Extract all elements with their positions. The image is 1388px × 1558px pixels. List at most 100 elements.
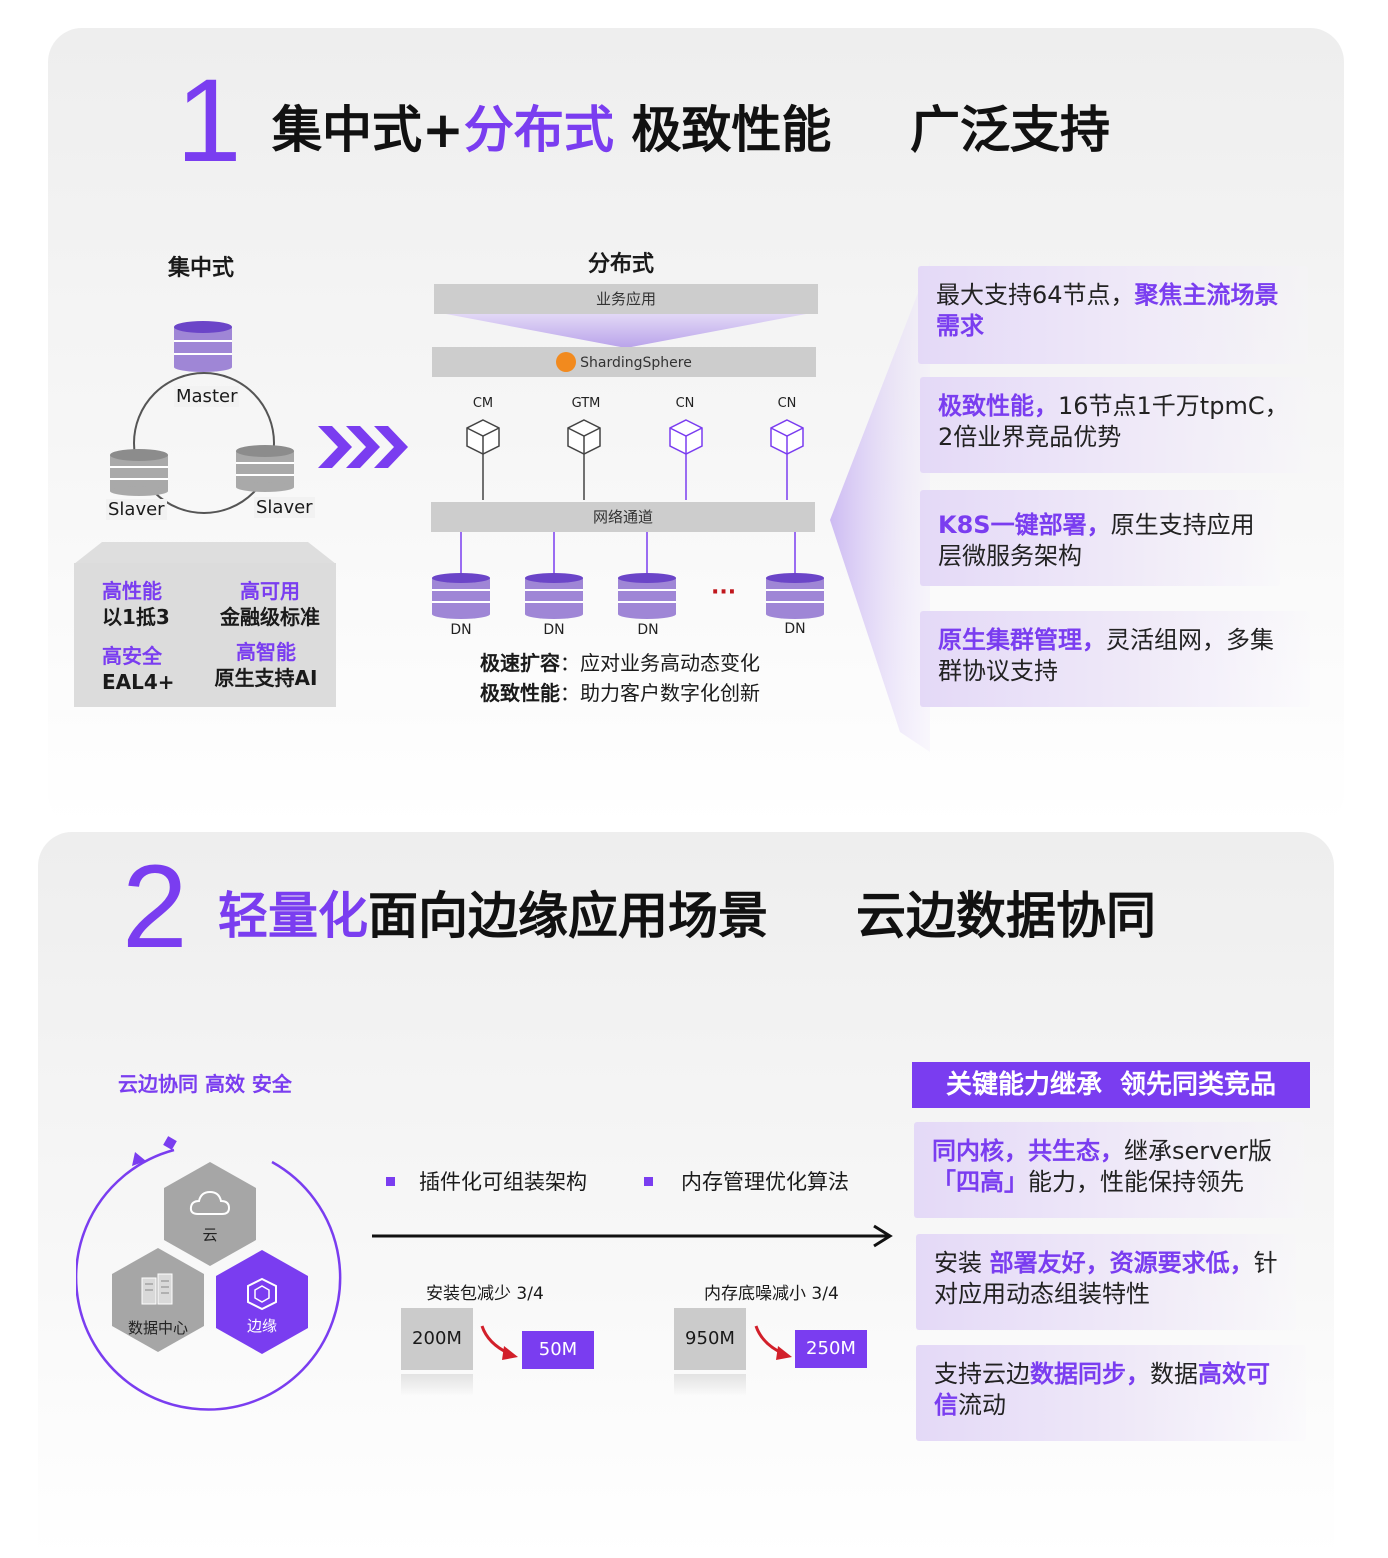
shardingsphere-logo-icon xyxy=(556,351,577,372)
hex-edge-label: 边缘 xyxy=(246,1317,277,1335)
section2-number: 2 xyxy=(122,841,188,973)
note-value: 应对业务高动态变化 xyxy=(580,651,760,675)
dn-label: DN xyxy=(637,622,659,638)
edge-cube-icon xyxy=(247,1277,277,1311)
feature-title: 高可用 xyxy=(240,579,300,603)
memory-caption: 内存底噪减小 3/4 xyxy=(704,1284,839,1304)
hex-datacenter-label: 数据中心 xyxy=(127,1319,188,1337)
bullet-memory: 内存管理优化算法 xyxy=(644,1166,849,1196)
card-text: 支持云边 xyxy=(934,1360,1030,1388)
centralized-diagram xyxy=(110,321,294,514)
section2-title: 轻量化面向边缘应用场景 xyxy=(218,886,768,946)
section2-card-3: 支持云边数据同步，数据高效可信流动 xyxy=(916,1345,1306,1441)
card-highlight: K8S一键部署， xyxy=(938,511,1111,539)
card-highlight: 「四高」 xyxy=(932,1168,1028,1196)
install-before: 200M xyxy=(401,1308,473,1370)
feature-value: 以1抵3 xyxy=(102,605,170,629)
section2-title-part2: 面向边缘应用场景 xyxy=(368,887,768,945)
slave-right-label: Slaver xyxy=(254,497,315,518)
card-text: 继承server版 xyxy=(1124,1137,1272,1165)
section2-card-2: 安装 部署友好，资源要求低，针对应用动态组装特性 xyxy=(916,1234,1296,1330)
server-rack-icon xyxy=(141,1273,173,1305)
dn-label: DN xyxy=(450,622,472,638)
chevron-right-icon xyxy=(318,426,408,468)
section1-card-3: K8S一键部署，原生支持应用层微服务架构 xyxy=(920,490,1280,586)
hex-diagram xyxy=(76,1136,342,1411)
shardingsphere-bar: ShardingSphere xyxy=(432,347,816,377)
timeline-arrow xyxy=(372,1224,893,1248)
section1-title: 集中式+分布式 极致性能 xyxy=(272,100,831,160)
feature-title: 高智能 xyxy=(236,640,296,664)
feature-title: 高安全 xyxy=(102,644,162,668)
section1-title-part1: 集中式+ xyxy=(272,101,464,159)
feature-high-availability: 高可用 金融级标准 xyxy=(210,578,330,630)
feature-value: 原生支持AI xyxy=(214,666,318,690)
business-app-bar: 业务应用 xyxy=(434,284,818,314)
section1-card-1: 最大支持64节点，聚焦主流场景需求 xyxy=(918,266,1308,364)
cloud-icon xyxy=(189,1190,231,1215)
funnel-shape xyxy=(446,314,806,348)
network-channel-bar: 网络通道 xyxy=(431,502,815,532)
feature-high-performance: 高性能 以1抵3 xyxy=(102,578,212,630)
note-key: 极速扩容 xyxy=(480,651,560,675)
install-before-reflection xyxy=(401,1374,473,1396)
install-caption: 安装包减少 3/4 xyxy=(426,1284,544,1304)
card-text: 能力，性能保持领先 xyxy=(1028,1168,1244,1196)
card-text: 流动 xyxy=(958,1391,1006,1419)
dn-db-icon xyxy=(618,573,676,619)
cube-icon xyxy=(567,419,601,455)
cloud-edge-tagline: 云边协同 高效 安全 xyxy=(118,1072,292,1096)
distributed-note-1: 极速扩容：应对业务高动态变化 xyxy=(480,651,760,675)
dn-label: DN xyxy=(784,621,806,637)
section1-title-part3: 极致性能 xyxy=(613,101,832,159)
section2-title-part1: 轻量化 xyxy=(218,887,368,945)
node-label-gtm: GTM xyxy=(571,396,601,411)
cube-icon xyxy=(466,419,500,455)
cube-icon xyxy=(669,419,703,455)
feature-high-security: 高安全 EAL4+ xyxy=(102,643,212,695)
install-after: 50M xyxy=(522,1331,594,1369)
cube-icon xyxy=(770,419,804,455)
section2-card-1: 同内核，共生态，继承server版「四高」能力，性能保持领先 xyxy=(914,1122,1304,1218)
dn-db-icon xyxy=(766,573,824,619)
dn-db-icon xyxy=(525,573,583,619)
node-label-cn: CN xyxy=(675,396,695,411)
node-label-cm: CM xyxy=(472,396,494,411)
node-label-cn: CN xyxy=(777,396,797,411)
dn-label: DN xyxy=(543,622,565,638)
feature-high-intelligence: 高智能 原生支持AI xyxy=(206,639,326,691)
arrow-down-right-icon xyxy=(480,1325,518,1360)
section1-card-4: 原生集群管理，灵活组网，多集群协议支持 xyxy=(920,611,1310,707)
bullet-square-icon xyxy=(386,1176,395,1186)
memory-before: 950M xyxy=(674,1308,746,1370)
bullet-plugin: 插件化可组装架构 xyxy=(386,1166,587,1196)
callout-glow xyxy=(830,262,930,752)
card-text: 安装 xyxy=(934,1249,990,1277)
distributed-label: 分布式 xyxy=(588,252,655,277)
section2-title-part3: 云边数据协同 xyxy=(856,887,1156,945)
note-value: 助力客户数字化创新 xyxy=(580,681,760,705)
card-highlight: 极致性能， xyxy=(938,392,1058,420)
dn-db-icon xyxy=(432,573,490,619)
card-highlight: 原生集群管理， xyxy=(938,626,1106,654)
master-label: Master xyxy=(174,386,240,407)
card-highlight: 部署友好，资源要求低， xyxy=(989,1249,1254,1277)
slave-db-right-icon xyxy=(236,445,294,492)
bullet-text: 内存管理优化算法 xyxy=(681,1170,849,1194)
section1-title-part2: 分布式 xyxy=(463,101,614,159)
feature-value: EAL4+ xyxy=(102,670,175,694)
card-text: 数据 xyxy=(1150,1360,1198,1388)
hex-cloud-label: 云 xyxy=(202,1226,218,1244)
note-key: 极致性能 xyxy=(480,681,560,705)
memory-before-reflection xyxy=(674,1374,746,1396)
feature-title: 高性能 xyxy=(102,579,162,603)
centralized-label: 集中式 xyxy=(168,256,235,281)
dn-ellipsis: ··· xyxy=(711,580,737,605)
card-highlight: 同内核，共生态， xyxy=(932,1137,1124,1165)
card-text: 最大支持64节点， xyxy=(936,281,1135,309)
section1-card-2: 极致性能，16节点1千万tpmC，2倍业界竞品优势 xyxy=(920,377,1310,473)
shardingsphere-label: ShardingSphere xyxy=(580,355,692,371)
memory-after: 250M xyxy=(795,1330,867,1368)
slave-db-left-icon xyxy=(110,449,168,496)
section1-title-part4: 广泛支持 xyxy=(910,101,1110,159)
